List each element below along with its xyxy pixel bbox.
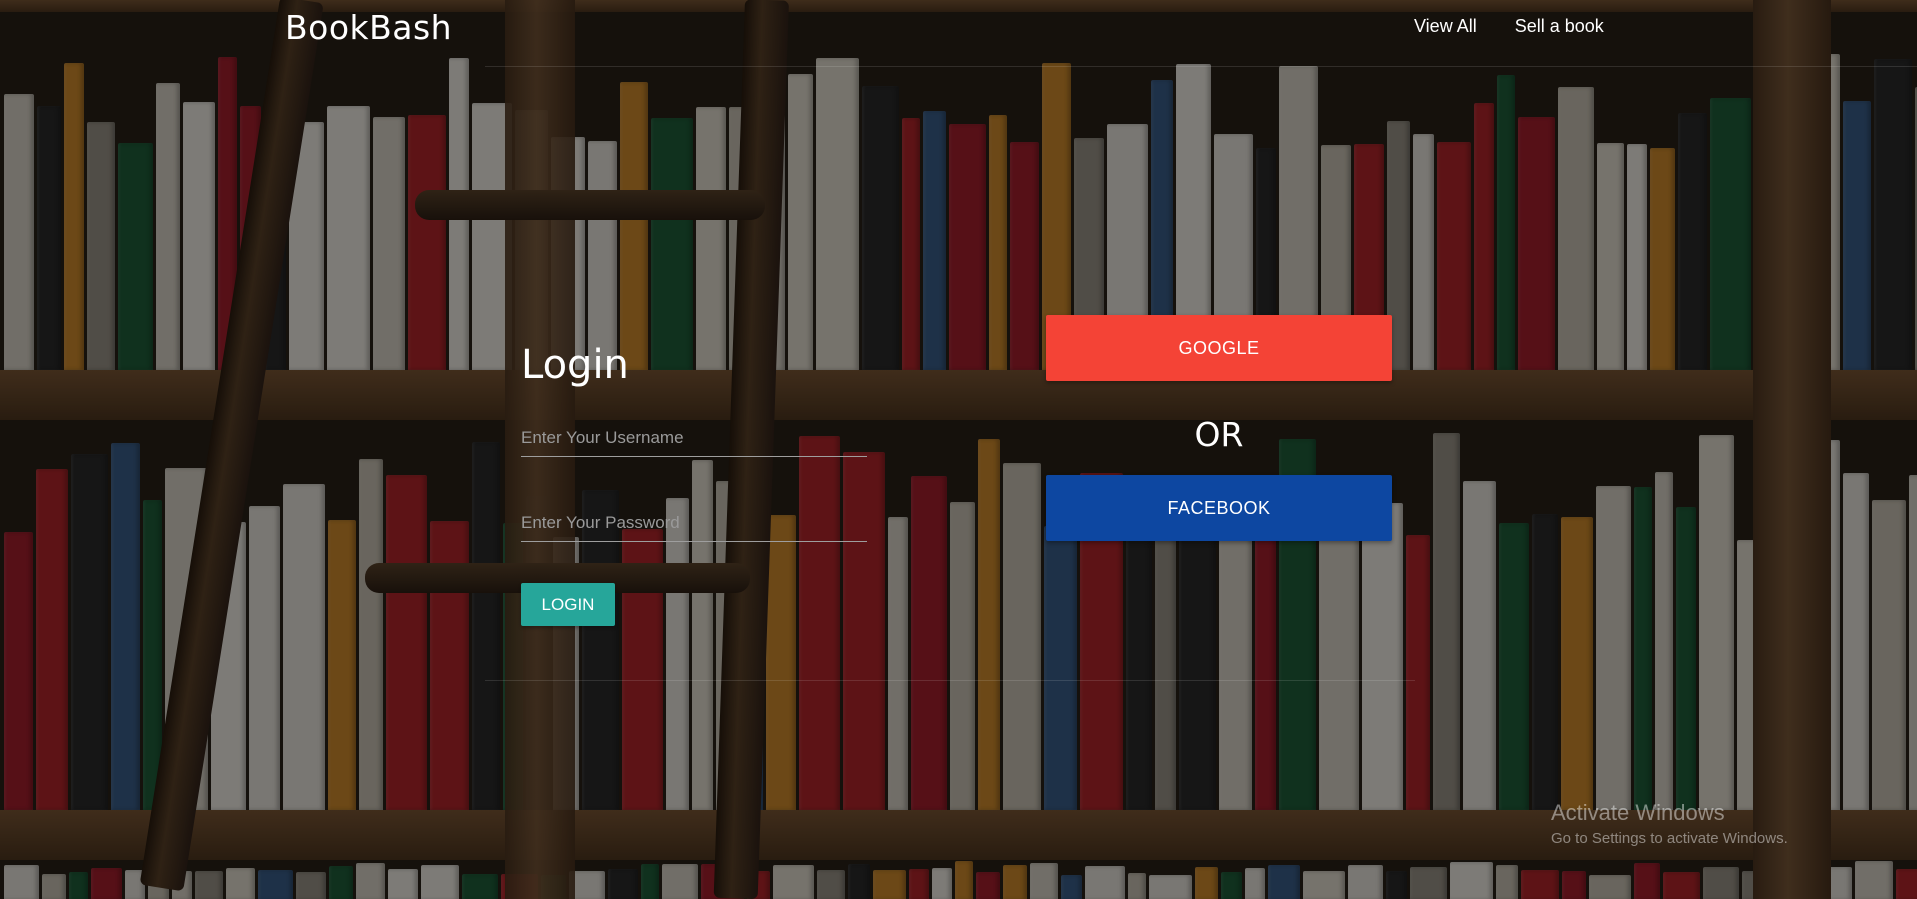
watermark-subtitle: Go to Settings to activate Windows. <box>1551 830 1788 847</box>
google-login-button[interactable]: GOOGLE <box>1046 315 1392 381</box>
facebook-login-button[interactable]: FACEBOOK <box>1046 475 1392 541</box>
brand-logo[interactable]: BookBash <box>285 8 452 47</box>
login-title: Login <box>521 342 629 388</box>
nav-view-all[interactable]: View All <box>1414 16 1477 37</box>
nav-sell-a-book[interactable]: Sell a book <box>1515 16 1604 37</box>
top-nav: View All Sell a book <box>1414 16 1604 37</box>
activate-windows-watermark: Activate Windows Go to Settings to activ… <box>1551 800 1788 847</box>
login-button[interactable]: LOGIN <box>521 583 615 626</box>
username-input[interactable] <box>521 420 867 457</box>
watermark-title: Activate Windows <box>1551 800 1725 825</box>
password-input[interactable] <box>521 505 867 542</box>
bookshelf-background <box>0 0 1917 899</box>
or-divider-text: OR <box>1194 415 1244 454</box>
page: BookBash View All Sell a book Login LOGI… <box>0 0 1917 899</box>
